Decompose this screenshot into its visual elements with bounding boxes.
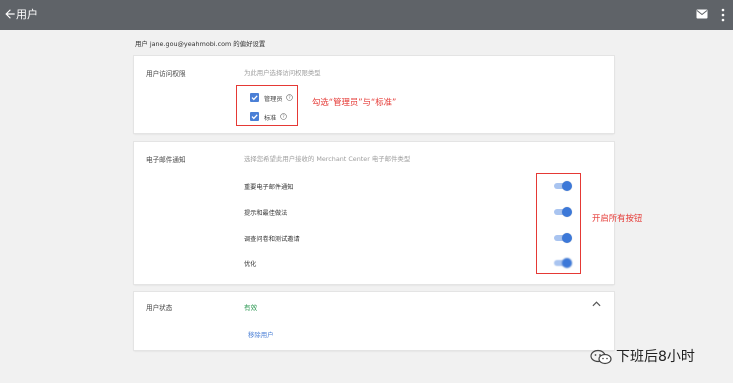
setting-tips-label: 提示和最佳做法: [244, 210, 288, 217]
annotation-toggle-note: 开启所有按钮: [592, 213, 643, 223]
watermark-text: 下班后8小时: [616, 349, 695, 365]
status-value: 有效: [244, 304, 258, 312]
chevron-up-icon[interactable]: [592, 301, 601, 307]
remove-user-link[interactable]: 移除用户: [248, 330, 274, 339]
access-label: 用户访问权限: [146, 70, 186, 78]
access-card: 用户访问权限 为此用户选择访问权限类型 管理员 ? 标准 ?: [134, 56, 614, 133]
user-status-card: 用户状态 有效 移除用户: [134, 292, 614, 350]
setting-important-email-label: 重要电子邮件通知: [244, 184, 294, 191]
mail-icon[interactable]: [696, 9, 708, 19]
app-title: 用户: [16, 8, 38, 21]
page-title: 用户 jane.gou@yeahmobi.com 的偏好设置: [135, 40, 266, 48]
arrow-back-icon[interactable]: [3, 7, 17, 21]
email-description: 选择您希望此用户接收的 Merchant Center 电子邮件类型: [244, 155, 411, 163]
setting-optimization-label: 优化: [244, 261, 257, 268]
watermark: 下班后8小时: [590, 345, 730, 369]
status-label: 用户状态: [146, 304, 173, 312]
annotation-box-checkboxes: [236, 85, 298, 126]
setting-surveys-label: 调查问卷和测试邀请: [244, 236, 300, 243]
wechat-icon: [590, 349, 612, 365]
app-bar: 用户: [0, 0, 733, 30]
more-vert-icon[interactable]: [720, 8, 726, 22]
annotation-box-toggles: [536, 173, 581, 274]
annotation-checkbox-note: 勾选“管理员”与“标准”: [312, 97, 397, 107]
email-label: 电子邮件通知: [146, 156, 186, 164]
access-description: 为此用户选择访问权限类型: [244, 69, 321, 77]
